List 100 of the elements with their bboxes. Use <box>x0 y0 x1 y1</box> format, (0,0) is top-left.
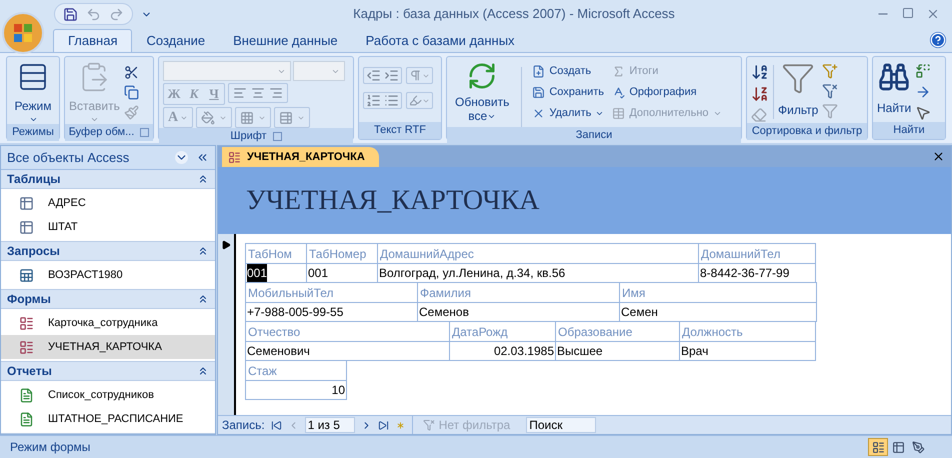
alternate-fill-button[interactable] <box>274 107 310 128</box>
nav-item[interactable]: ВОЗРАСТ1980 <box>1 263 215 287</box>
button-icon <box>532 86 546 99</box>
highlighter-icon <box>409 94 422 107</box>
advanced-filter-icon[interactable] <box>822 83 838 99</box>
sort-descending-icon[interactable] <box>751 85 769 103</box>
dialog-launcher-icon[interactable] <box>140 128 150 137</box>
nav-item[interactable]: ШТАТ <box>1 215 215 239</box>
section-header[interactable]: Формы <box>1 290 215 309</box>
collapse-pane-icon[interactable] <box>196 151 209 164</box>
filter-button[interactable]: Фильтр <box>778 61 818 119</box>
ribbon-button[interactable]: Орфография <box>610 82 724 103</box>
group-label: Записи <box>576 128 612 143</box>
caret-icon <box>595 109 604 118</box>
clear-sort-icon[interactable] <box>751 107 767 123</box>
field-label: Стаж <box>245 360 347 381</box>
search-field[interactable]: Поиск <box>526 417 596 433</box>
format-painter-icon[interactable] <box>124 105 139 120</box>
group-label: Буфер обм... <box>68 125 134 140</box>
view-icon <box>872 440 884 454</box>
view-button[interactable]: Режим <box>11 61 55 124</box>
replace-icon[interactable] <box>915 63 932 79</box>
paragraph-button[interactable] <box>406 67 433 84</box>
save-icon[interactable] <box>63 6 78 22</box>
caret-icon <box>90 115 99 124</box>
form-icon <box>228 150 241 164</box>
form-view-icon <box>17 61 49 93</box>
ribbon-tab[interactable]: Внешние данные <box>219 29 352 52</box>
dropdown-icon[interactable] <box>175 151 188 164</box>
refresh-all-button[interactable]: Обновить все <box>451 61 514 123</box>
new-record-icon[interactable] <box>394 420 406 430</box>
ribbon-button[interactable]: Создать <box>530 61 606 82</box>
undo-icon[interactable] <box>86 6 101 22</box>
caret-icon <box>712 109 722 118</box>
current-record-icon <box>221 240 231 250</box>
nav-item[interactable]: АДРЕС <box>1 191 215 215</box>
field-value[interactable]: Врач <box>679 341 816 361</box>
numbered-list-icon[interactable] <box>366 93 381 108</box>
help-icon[interactable] <box>930 32 946 48</box>
button-icon <box>532 107 546 120</box>
caret-icon <box>28 115 38 124</box>
first-record-icon[interactable] <box>270 420 282 430</box>
field-value[interactable]: 8-8442-36-77-99 <box>698 263 816 283</box>
section-title: Формы <box>7 291 52 308</box>
field-value[interactable]: Семен <box>619 302 817 322</box>
section-header[interactable]: Таблицы <box>1 170 215 189</box>
align-right-icon[interactable] <box>269 86 283 100</box>
align-center-icon[interactable] <box>251 86 265 100</box>
font-size-field[interactable] <box>293 61 345 81</box>
document-tab[interactable]: УЧЕТНАЯ_КАРТОЧКА <box>222 147 379 167</box>
highlight-button[interactable] <box>406 92 433 109</box>
maximize-icon[interactable] <box>902 7 914 19</box>
copy-icon[interactable] <box>124 85 139 100</box>
toggle-filter-icon[interactable] <box>822 103 838 119</box>
collapse-icon <box>197 293 209 305</box>
pilcrow-icon <box>409 69 422 82</box>
report-icon <box>19 412 34 426</box>
selection-filter-icon[interactable] <box>822 63 838 79</box>
no-filter-icon <box>422 419 435 431</box>
view-icon <box>892 440 904 454</box>
section-header[interactable]: Запросы <box>1 242 215 261</box>
record-number-field[interactable]: 1 из 5 <box>304 417 355 433</box>
field-label: ДомашнийТел <box>698 243 816 264</box>
indent-increase-icon[interactable] <box>384 68 399 83</box>
select-icon[interactable] <box>915 105 932 121</box>
nav-item[interactable]: Список_сотрудников <box>1 383 215 407</box>
find-button[interactable]: Найти <box>877 61 912 117</box>
view-icon <box>912 440 924 454</box>
redo-icon[interactable] <box>109 6 124 22</box>
view-switch-button[interactable] <box>868 438 888 456</box>
ribbon-tab[interactable]: Создание <box>132 29 220 52</box>
group-label: Сортировка и фильтр <box>752 124 862 139</box>
field-value[interactable]: Семенович <box>245 341 450 361</box>
office-button[interactable] <box>2 12 44 54</box>
last-record-icon[interactable] <box>378 420 389 430</box>
record-selector[interactable] <box>218 234 236 415</box>
bullet-list-icon[interactable] <box>384 93 399 108</box>
close-icon[interactable] <box>932 150 945 163</box>
ribbon-tab[interactable]: Главная <box>53 29 132 52</box>
ribbon-button[interactable]: Сохранить <box>530 82 606 103</box>
button-icon <box>532 65 546 78</box>
group-label: Шрифт <box>230 129 267 144</box>
nav-item[interactable]: УЧЕТНАЯ_КАРТОЧКА <box>1 335 215 359</box>
nav-item[interactable]: ШТАТНОЕ_РАСПИСАНИЕ <box>1 407 215 431</box>
caret-icon <box>180 114 188 122</box>
ribbon-tab[interactable]: Работа с базами данных <box>352 29 529 52</box>
sort-ascending-icon[interactable] <box>751 63 769 81</box>
ribbon-button[interactable]: Удалить <box>530 103 606 124</box>
font-name-field[interactable] <box>163 61 291 81</box>
section-header[interactable]: Отчеты <box>1 362 215 381</box>
status-text: Режим формы <box>10 439 92 456</box>
align-left-icon[interactable] <box>233 86 247 100</box>
cut-icon[interactable] <box>124 65 139 80</box>
nav-item[interactable]: Карточка_сотрудника <box>1 311 215 335</box>
collapse-icon <box>197 245 209 257</box>
indent-decrease-icon[interactable] <box>366 68 381 83</box>
field-value[interactable]: 10 <box>245 380 347 400</box>
gridlines-button[interactable] <box>235 107 271 128</box>
table-icon <box>19 196 34 210</box>
fill-color-button[interactable] <box>196 107 232 128</box>
